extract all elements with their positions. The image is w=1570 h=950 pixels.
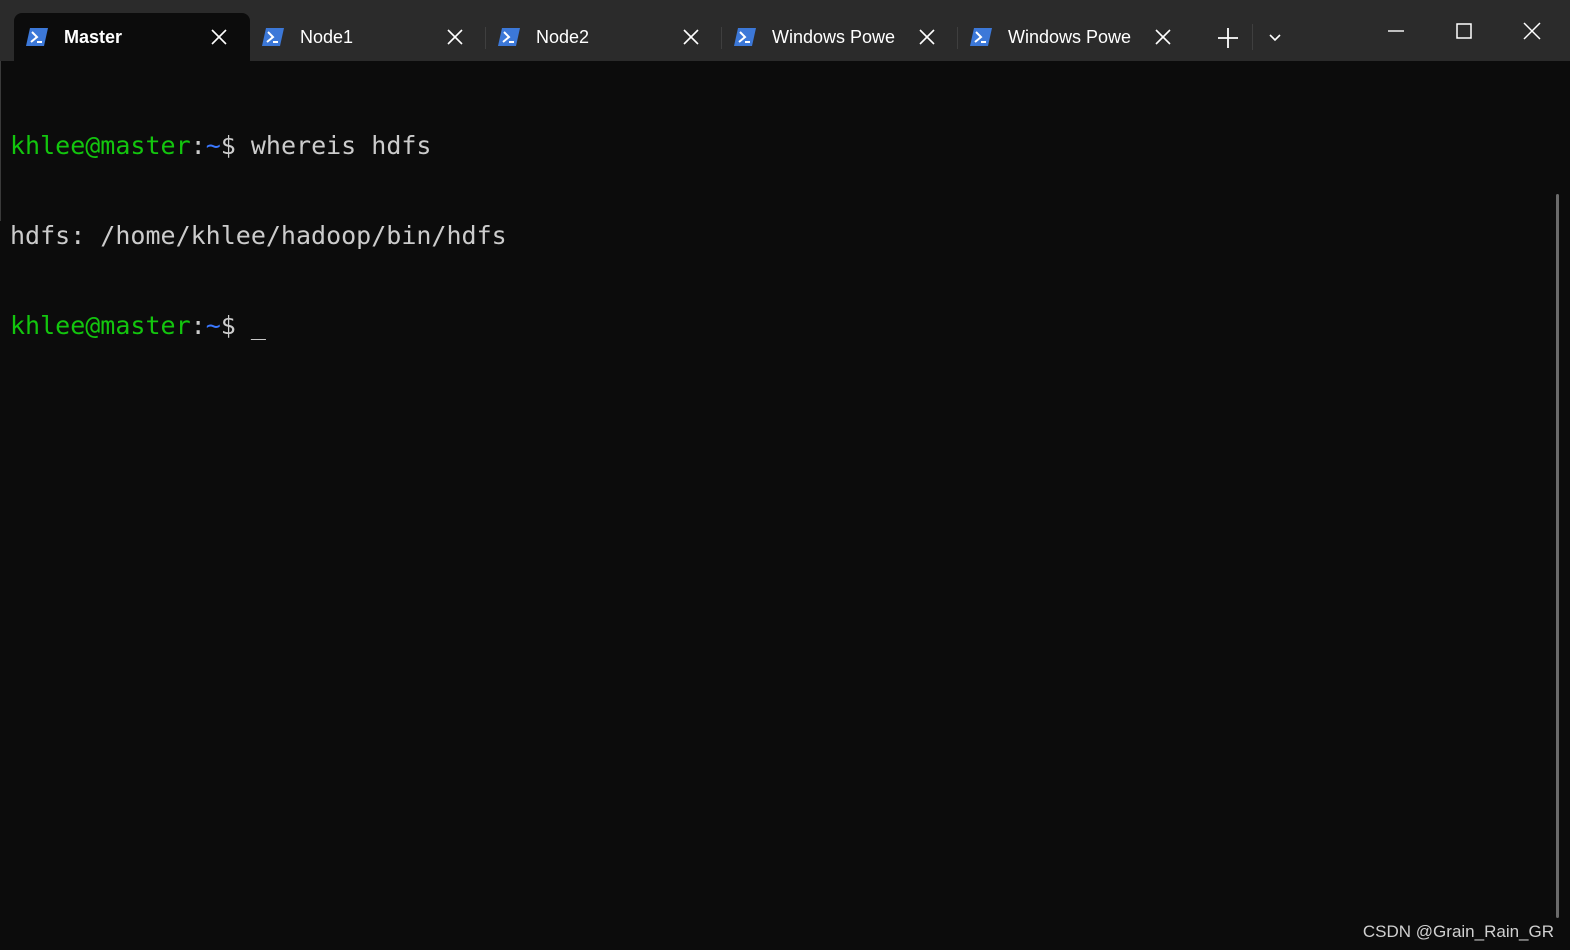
terminal-line: khlee@master:~$ whereis hdfs: [10, 131, 1556, 161]
prompt-user-host: khlee@master: [10, 131, 191, 160]
tab-label: Node2: [536, 26, 590, 47]
tab-node1[interactable]: Node1: [250, 13, 486, 61]
cursor: _: [250, 311, 266, 340]
prompt-symbol: $: [220, 131, 251, 160]
close-icon[interactable]: [682, 28, 700, 46]
watermark: CSDN @Grain_Rain_GR: [1362, 922, 1554, 941]
command-text: whereis hdfs: [250, 131, 432, 160]
powershell-icon: [734, 28, 756, 46]
terminal-line: khlee@master:~$ _: [10, 311, 1556, 341]
chevron-down-icon: [1269, 34, 1281, 42]
prompt-symbol: $: [220, 311, 251, 340]
window-border: [0, 61, 1, 221]
tab-strip-separator: [1252, 24, 1253, 50]
powershell-icon: [498, 28, 520, 46]
title-bar[interactable]: Master Node1 Node2 Windows Power Windows…: [0, 0, 1570, 61]
tab-node2[interactable]: Node2: [486, 13, 722, 61]
minimize-icon: [1388, 29, 1404, 32]
close-icon[interactable]: [1154, 28, 1172, 46]
prompt-path: ~: [205, 131, 221, 160]
plus-icon: [1218, 28, 1238, 48]
tab-master[interactable]: Master: [14, 13, 250, 61]
close-window-button[interactable]: [1498, 0, 1566, 61]
maximize-button[interactable]: [1430, 0, 1498, 61]
tab-windows-powershell-2[interactable]: Windows PowerShell: [958, 13, 1194, 61]
tab-label: Windows PowerShell: [772, 26, 896, 47]
command-output: hdfs: /home/khlee/hadoop/bin/hdfs: [10, 221, 507, 250]
prompt-colon: :: [190, 311, 206, 340]
close-icon[interactable]: [918, 28, 936, 46]
tab-label: Node1: [300, 26, 354, 47]
terminal-window: Master Node1 Node2 Windows Power Windows…: [0, 0, 1570, 950]
tab-strip: Master Node1 Node2 Windows Power Windows…: [14, 13, 1194, 61]
terminal-output[interactable]: khlee@master:~$ whereis hdfs hdfs: /home…: [0, 61, 1556, 950]
powershell-icon: [262, 28, 284, 46]
close-icon[interactable]: [210, 28, 228, 46]
prompt-user-host: khlee@master: [10, 311, 191, 340]
close-icon: [1523, 21, 1541, 40]
close-icon[interactable]: [446, 28, 464, 46]
powershell-icon: [970, 28, 992, 46]
tab-label: Master: [64, 26, 123, 47]
minimize-button[interactable]: [1362, 0, 1430, 61]
scrollbar[interactable]: [1556, 194, 1559, 918]
tab-dropdown-button[interactable]: [1260, 22, 1290, 54]
new-tab-button[interactable]: [1208, 20, 1248, 56]
maximize-icon: [1456, 22, 1472, 39]
terminal-line: hdfs: /home/khlee/hadoop/bin/hdfs: [10, 221, 1556, 251]
prompt-colon: :: [190, 131, 206, 160]
tab-label: Windows PowerShell: [1008, 26, 1132, 47]
prompt-path: ~: [205, 311, 221, 340]
tab-windows-powershell-1[interactable]: Windows PowerShell: [722, 13, 958, 61]
powershell-icon: [26, 28, 48, 46]
